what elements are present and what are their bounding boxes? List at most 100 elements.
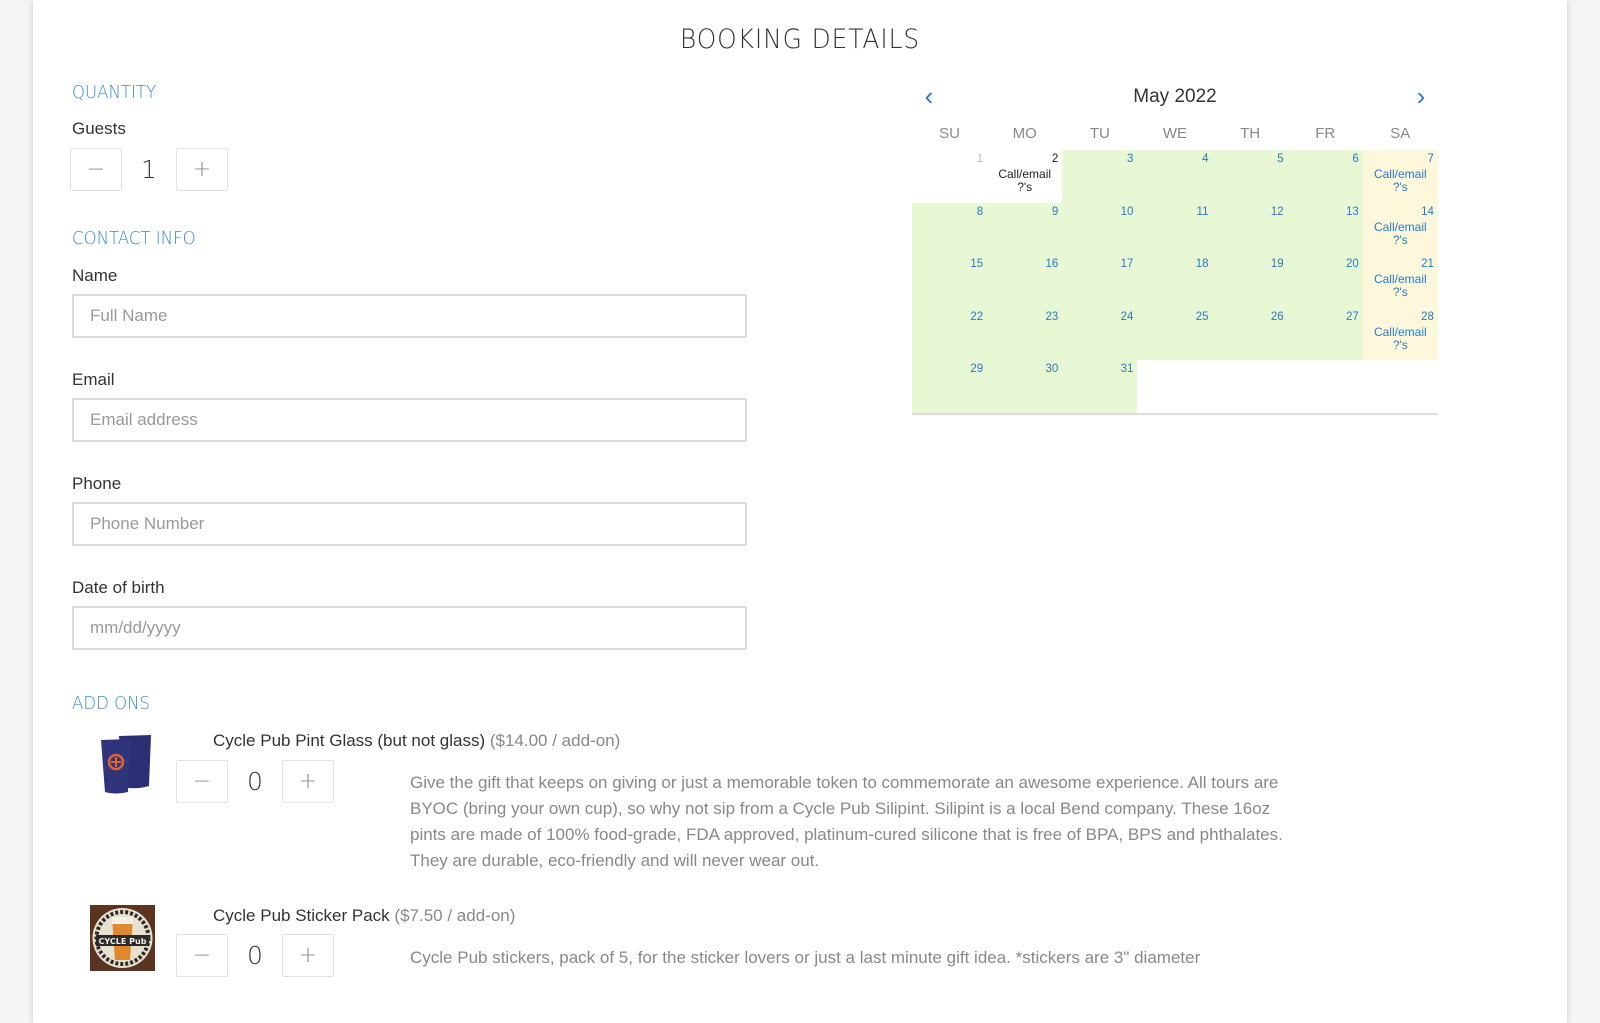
calendar-day-number: 5 xyxy=(1277,153,1284,165)
addon-description: Give the gift that keeps on giving or ju… xyxy=(410,773,1283,870)
calendar-day[interactable]: 25 xyxy=(1137,307,1213,360)
calendar-day-number: 28 xyxy=(1421,310,1434,323)
addon-price: ($14.00 / add-on) xyxy=(489,731,621,750)
calendar-day[interactable]: 29 xyxy=(912,360,988,413)
calendar-day[interactable]: 11 xyxy=(1137,202,1213,255)
calendar-empty-cell xyxy=(1137,360,1213,413)
calendar-day-number: 16 xyxy=(1045,258,1059,270)
weekday-label: SA xyxy=(1390,124,1411,142)
addon-decrement-button[interactable]: − xyxy=(176,760,228,803)
calendar-day-number: 30 xyxy=(1045,363,1059,375)
calendar-day-number: 1 xyxy=(976,153,984,165)
addon-name: Cycle Pub Pint Glass (but not glass) xyxy=(213,731,486,750)
calendar-day[interactable]: 26 xyxy=(1212,307,1288,360)
calendar-day[interactable]: 31 xyxy=(1062,360,1138,413)
calendar-day-number: 8 xyxy=(976,205,984,218)
addon-name: Cycle Pub Sticker Pack xyxy=(213,906,390,925)
addon-increment-button[interactable]: + xyxy=(282,760,334,803)
calendar-day[interactable]: 9 xyxy=(987,202,1063,255)
calendar-day[interactable]: 20 xyxy=(1287,255,1363,308)
calendar-empty-cell xyxy=(1212,360,1288,413)
page-title: BOOKING DETAILS xyxy=(679,24,921,55)
calendar-day-number: 4 xyxy=(1202,153,1209,165)
calendar-day-number: 27 xyxy=(1345,310,1359,323)
calendar-day[interactable]: 16 xyxy=(987,255,1063,308)
calendar-day[interactable]: 23 xyxy=(987,307,1063,360)
calendar-day-note: Call/email ?'s xyxy=(1373,219,1427,247)
addon-title: Cycle Pub Sticker Pack ($7.50 / add-on) xyxy=(213,906,515,926)
weekday-label: WE xyxy=(1162,124,1188,142)
calendar-day[interactable]: 15 xyxy=(912,255,988,308)
calendar-day[interactable]: 3 xyxy=(1062,150,1138,203)
addon-quantity: 0 xyxy=(247,941,263,970)
calendar-day[interactable]: 14 Call/email ?'s xyxy=(1362,202,1438,255)
calendar-day[interactable]: 30 xyxy=(987,360,1063,413)
addons-heading: ADD ONS xyxy=(72,693,151,714)
calendar-day-number: 23 xyxy=(1045,310,1059,323)
calendar-day[interactable]: 24 xyxy=(1062,307,1138,360)
calendar-day-number: 14 xyxy=(1421,205,1434,218)
calendar-day-number: 29 xyxy=(970,363,984,375)
dob-input[interactable] xyxy=(72,606,747,650)
calendar-day[interactable]: 13 xyxy=(1287,202,1363,255)
calendar-day-number: 10 xyxy=(1120,205,1134,218)
calendar-day[interactable]: 27 xyxy=(1287,307,1363,360)
calendar-day[interactable]: 10 xyxy=(1062,202,1138,255)
guests-increment-button[interactable]: + xyxy=(176,148,228,191)
calendar-day-note: Call/email ?'s xyxy=(1373,324,1427,352)
calendar-day-number: 11 xyxy=(1196,205,1209,218)
calendar-day[interactable]: 5 xyxy=(1212,150,1288,203)
calendar-header: ‹ May 2022 › xyxy=(912,78,1438,112)
calendar-day[interactable]: 22 xyxy=(912,307,988,360)
calendar-day: 1 xyxy=(912,150,987,203)
email-input[interactable] xyxy=(72,398,747,442)
sticker-image: CYCLE Pub xyxy=(90,905,155,971)
calendar-day-number: 9 xyxy=(1051,205,1059,218)
calendar-day-number: 24 xyxy=(1120,310,1134,323)
calendar-day-number: 7 xyxy=(1427,153,1434,165)
calendar-day-number: 17 xyxy=(1120,258,1134,270)
guests-label: Guests xyxy=(72,119,126,138)
quantity-heading: QUANTITY xyxy=(72,82,157,103)
calendar-day-number: 12 xyxy=(1270,205,1284,218)
addon-quantity: 0 xyxy=(247,767,263,796)
weekday-label: SU xyxy=(939,124,960,142)
contact-heading: CONTACT INFO xyxy=(72,228,196,249)
calendar-day-number: 6 xyxy=(1352,153,1359,165)
addon-increment-button[interactable]: + xyxy=(282,934,334,977)
calendar-day[interactable]: 18 xyxy=(1137,255,1213,308)
guests-decrement-button[interactable]: − xyxy=(70,148,122,191)
addon-title: Cycle Pub Pint Glass (but not glass) ($1… xyxy=(213,731,620,751)
calendar-empty-cell xyxy=(1362,360,1438,413)
addon-stepper: − 0 + xyxy=(176,760,334,803)
weekday-label: TH xyxy=(1240,124,1261,142)
calendar-day[interactable]: 12 xyxy=(1212,202,1288,255)
calendar-day[interactable]: 21 Call/email ?'s xyxy=(1362,255,1438,308)
calendar-empty-cell xyxy=(1287,360,1363,413)
calendar-day[interactable]: 8 xyxy=(912,202,988,255)
email-label: Email xyxy=(72,370,115,389)
addon-decrement-button[interactable]: − xyxy=(176,934,228,977)
calendar-day-note: Call/email ?'s xyxy=(998,167,1052,194)
calendar-day-number: 18 xyxy=(1195,258,1209,270)
pint-cups-image xyxy=(97,732,157,796)
chevron-right-icon[interactable]: › xyxy=(1408,82,1434,110)
calendar-day-number: 20 xyxy=(1345,258,1359,270)
calendar-day[interactable]: 19 xyxy=(1212,255,1288,308)
calendar-day[interactable]: 6 xyxy=(1287,150,1363,203)
calendar-day-note: Call/email ?'s xyxy=(1373,167,1427,194)
calendar-day[interactable]: 28 Call/email ?'s xyxy=(1362,307,1438,360)
phone-input[interactable] xyxy=(72,502,747,546)
calendar-day[interactable]: 17 xyxy=(1062,255,1138,308)
weekday-label: TU xyxy=(1089,124,1110,142)
addon-description: Cycle Pub stickers, pack of 5, for the s… xyxy=(410,948,1201,967)
calendar-day-number: 15 xyxy=(970,258,984,270)
calendar-day-number: 26 xyxy=(1270,310,1284,323)
name-input[interactable] xyxy=(72,294,747,338)
calendar-day-note: Call/email ?'s xyxy=(1373,272,1427,299)
calendar-day[interactable]: 4 xyxy=(1137,150,1213,203)
calendar-day[interactable]: 7 Call/email ?'s xyxy=(1362,150,1438,203)
calendar-weekdays: SU MO TU WE TH FR SA xyxy=(912,116,1438,150)
calendar-day-number: 25 xyxy=(1195,310,1209,323)
phone-label: Phone xyxy=(72,474,122,493)
